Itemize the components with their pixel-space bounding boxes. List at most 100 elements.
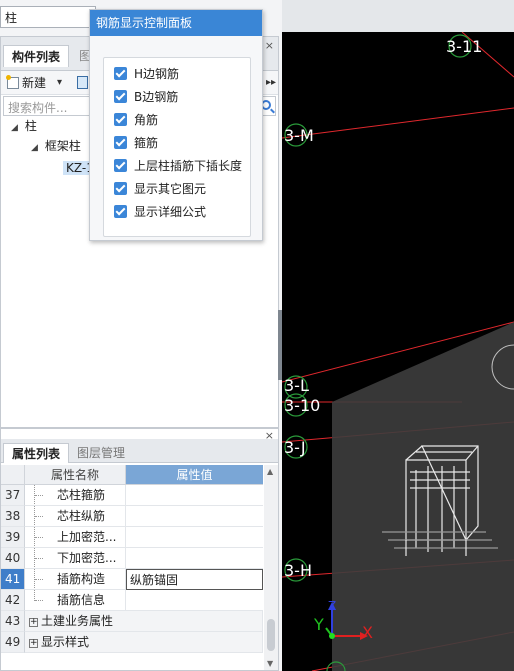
row-value[interactable] xyxy=(126,485,263,506)
expand-plus-icon[interactable]: + xyxy=(29,639,38,648)
row-name: 芯柱纵筋 xyxy=(25,506,126,527)
table-row-group[interactable]: 43 + 土建业务属性 xyxy=(1,611,263,632)
expand-arrow-icon[interactable]: ◢ xyxy=(11,119,21,137)
checkbox-label: 上层柱插筋下插长度 xyxy=(134,159,243,173)
rebar-display-control-panel: 钢筋显示控制面板 H边钢筋 B边钢筋 角筋 箍筋 上层柱插筋下插长度 显示其它图… xyxy=(89,9,263,241)
new-file-icon xyxy=(6,75,19,89)
checkbox-checked-icon[interactable] xyxy=(114,67,127,80)
header-corner xyxy=(1,465,25,485)
row-number: 49 xyxy=(1,632,25,653)
grid-label: 3-L xyxy=(284,376,309,395)
close-icon[interactable]: × xyxy=(265,39,274,52)
row-number: 43 xyxy=(1,611,25,632)
grid-line-3m xyxy=(282,107,514,139)
checkbox-label: 角筋 xyxy=(134,113,159,127)
row-number: 41 xyxy=(1,569,25,590)
checkbox-label: 显示详细公式 xyxy=(134,205,207,219)
floor-combo[interactable]: 柱 xyxy=(0,6,96,28)
table-row[interactable]: 39 上加密范... xyxy=(1,527,263,548)
rebar-options-group: H边钢筋 B边钢筋 角筋 箍筋 上层柱插筋下插长度 显示其它图元 显示详细公式 xyxy=(103,57,251,237)
header-property-value: 属性值 xyxy=(126,465,263,485)
checkbox-show-other-elements[interactable]: 显示其它图元 xyxy=(114,179,206,199)
grid-label: 3-H xyxy=(284,561,312,580)
copy-icon[interactable] xyxy=(77,76,88,89)
popup-title[interactable]: 钢筋显示控制面板 xyxy=(90,10,262,36)
checkbox-checked-icon[interactable] xyxy=(114,182,127,195)
checkbox-show-detailed-formula[interactable]: 显示详细公式 xyxy=(114,202,206,222)
row-number: 42 xyxy=(1,590,25,611)
checkbox-label: 箍筋 xyxy=(134,136,159,150)
row-value-editor[interactable]: 纵筋锚固 xyxy=(126,569,263,590)
row-name: 芯柱箍筋 xyxy=(25,485,126,506)
table-row[interactable]: 42 插筋信息 xyxy=(1,590,263,611)
grid-label: 3-11 xyxy=(446,37,482,56)
row-name: 插筋构造 xyxy=(25,569,126,590)
scroll-down-icon[interactable]: ▼ xyxy=(267,659,273,668)
more-arrows-icon[interactable]: ▸▸ xyxy=(266,74,276,92)
scroll-thumb[interactable] xyxy=(267,619,275,651)
row-name: 下加密范... xyxy=(25,548,126,569)
table-row-group[interactable]: 49 + 显示样式 xyxy=(1,632,263,653)
checkbox-upper-column-dowel[interactable]: 上层柱插筋下插长度 xyxy=(114,156,242,176)
group-label: 土建业务属性 xyxy=(41,614,114,628)
grid-label: 3-J xyxy=(284,438,306,457)
property-scrollbar[interactable]: ▲ ▼ xyxy=(264,465,278,670)
checkbox-checked-icon[interactable] xyxy=(114,113,127,126)
tab-component-list[interactable]: 构件列表 xyxy=(3,45,70,67)
search-placeholder: 搜索构件... xyxy=(8,101,68,115)
3d-viewport[interactable]: 3-11 3-M 3-L 3-10 3-J 3-H X Z Y xyxy=(282,32,514,671)
checkbox-label: B边钢筋 xyxy=(134,90,179,104)
row-value[interactable] xyxy=(126,527,263,548)
expand-plus-icon[interactable]: + xyxy=(29,618,38,627)
z-axis-label: Z xyxy=(328,599,336,613)
row-number: 39 xyxy=(1,527,25,548)
grid-header: 属性名称 属性值 xyxy=(1,465,263,485)
table-row[interactable]: 38 芯柱纵筋 xyxy=(1,506,263,527)
row-number: 38 xyxy=(1,506,25,527)
checkbox-checked-icon[interactable] xyxy=(114,90,127,103)
checkbox-checked-icon[interactable] xyxy=(114,205,127,218)
row-number: 40 xyxy=(1,548,25,569)
property-tabs: 属性列表 图层管理 xyxy=(1,439,278,463)
checkbox-checked-icon[interactable] xyxy=(114,159,127,172)
row-value[interactable] xyxy=(126,506,263,527)
chevron-down-icon[interactable]: ▾ xyxy=(57,74,62,92)
row-name: 插筋信息 xyxy=(25,590,126,611)
row-group-name: + 显示样式 xyxy=(25,632,263,653)
expand-arrow-icon[interactable]: ◢ xyxy=(31,139,41,157)
new-button-label: 新建 xyxy=(22,76,47,90)
x-axis-label: X xyxy=(362,623,373,642)
checkbox-h-side-rebar[interactable]: H边钢筋 xyxy=(114,64,179,84)
row-number: 37 xyxy=(1,485,25,506)
tree-node-frame-column[interactable]: ◢ 框架柱 xyxy=(31,137,81,155)
row-name: 上加密范... xyxy=(25,527,126,548)
floor-combo-value: 柱 xyxy=(5,11,18,25)
tree-node-column[interactable]: ◢ 柱 xyxy=(11,117,37,135)
header-property-name: 属性名称 xyxy=(25,465,126,485)
tab-property-list[interactable]: 属性列表 xyxy=(3,443,70,463)
checkbox-corner-rebar[interactable]: 角筋 xyxy=(114,110,158,130)
new-button[interactable]: 新建 xyxy=(6,74,47,92)
checkbox-stirrup[interactable]: 箍筋 xyxy=(114,133,158,153)
table-row[interactable]: 37 芯柱箍筋 xyxy=(1,485,263,506)
checkbox-checked-icon[interactable] xyxy=(114,136,127,149)
tree-node-label: 框架柱 xyxy=(44,139,81,153)
row-value[interactable] xyxy=(126,548,263,569)
tree-node-label: 柱 xyxy=(24,119,37,133)
row-group-name: + 土建业务属性 xyxy=(25,611,263,632)
table-row[interactable]: 40 下加密范... xyxy=(1,548,263,569)
grid-label: 3-10 xyxy=(284,396,320,415)
grid-label: 3-M xyxy=(284,126,314,145)
checkbox-label: H边钢筋 xyxy=(134,67,180,81)
checkbox-b-side-rebar[interactable]: B边钢筋 xyxy=(114,87,178,107)
table-row-selected[interactable]: 41 插筋构造 纵筋锚固 xyxy=(1,569,263,590)
checkbox-label: 显示其它图元 xyxy=(134,182,207,196)
floor-slab xyxy=(332,322,514,671)
group-label: 显示样式 xyxy=(41,635,90,649)
row-value[interactable] xyxy=(126,590,263,611)
tab-layer-management[interactable]: 图层管理 xyxy=(69,443,133,463)
property-panel: × 属性列表 图层管理 属性名称 属性值 37 芯柱箍筋 38 芯柱纵筋 39 … xyxy=(0,428,279,671)
viewport-toolbar-strip xyxy=(262,0,514,32)
scroll-up-icon[interactable]: ▲ xyxy=(267,467,273,476)
viewport-canvas: 3-11 3-M 3-L 3-10 3-J 3-H X Z Y xyxy=(282,32,514,671)
